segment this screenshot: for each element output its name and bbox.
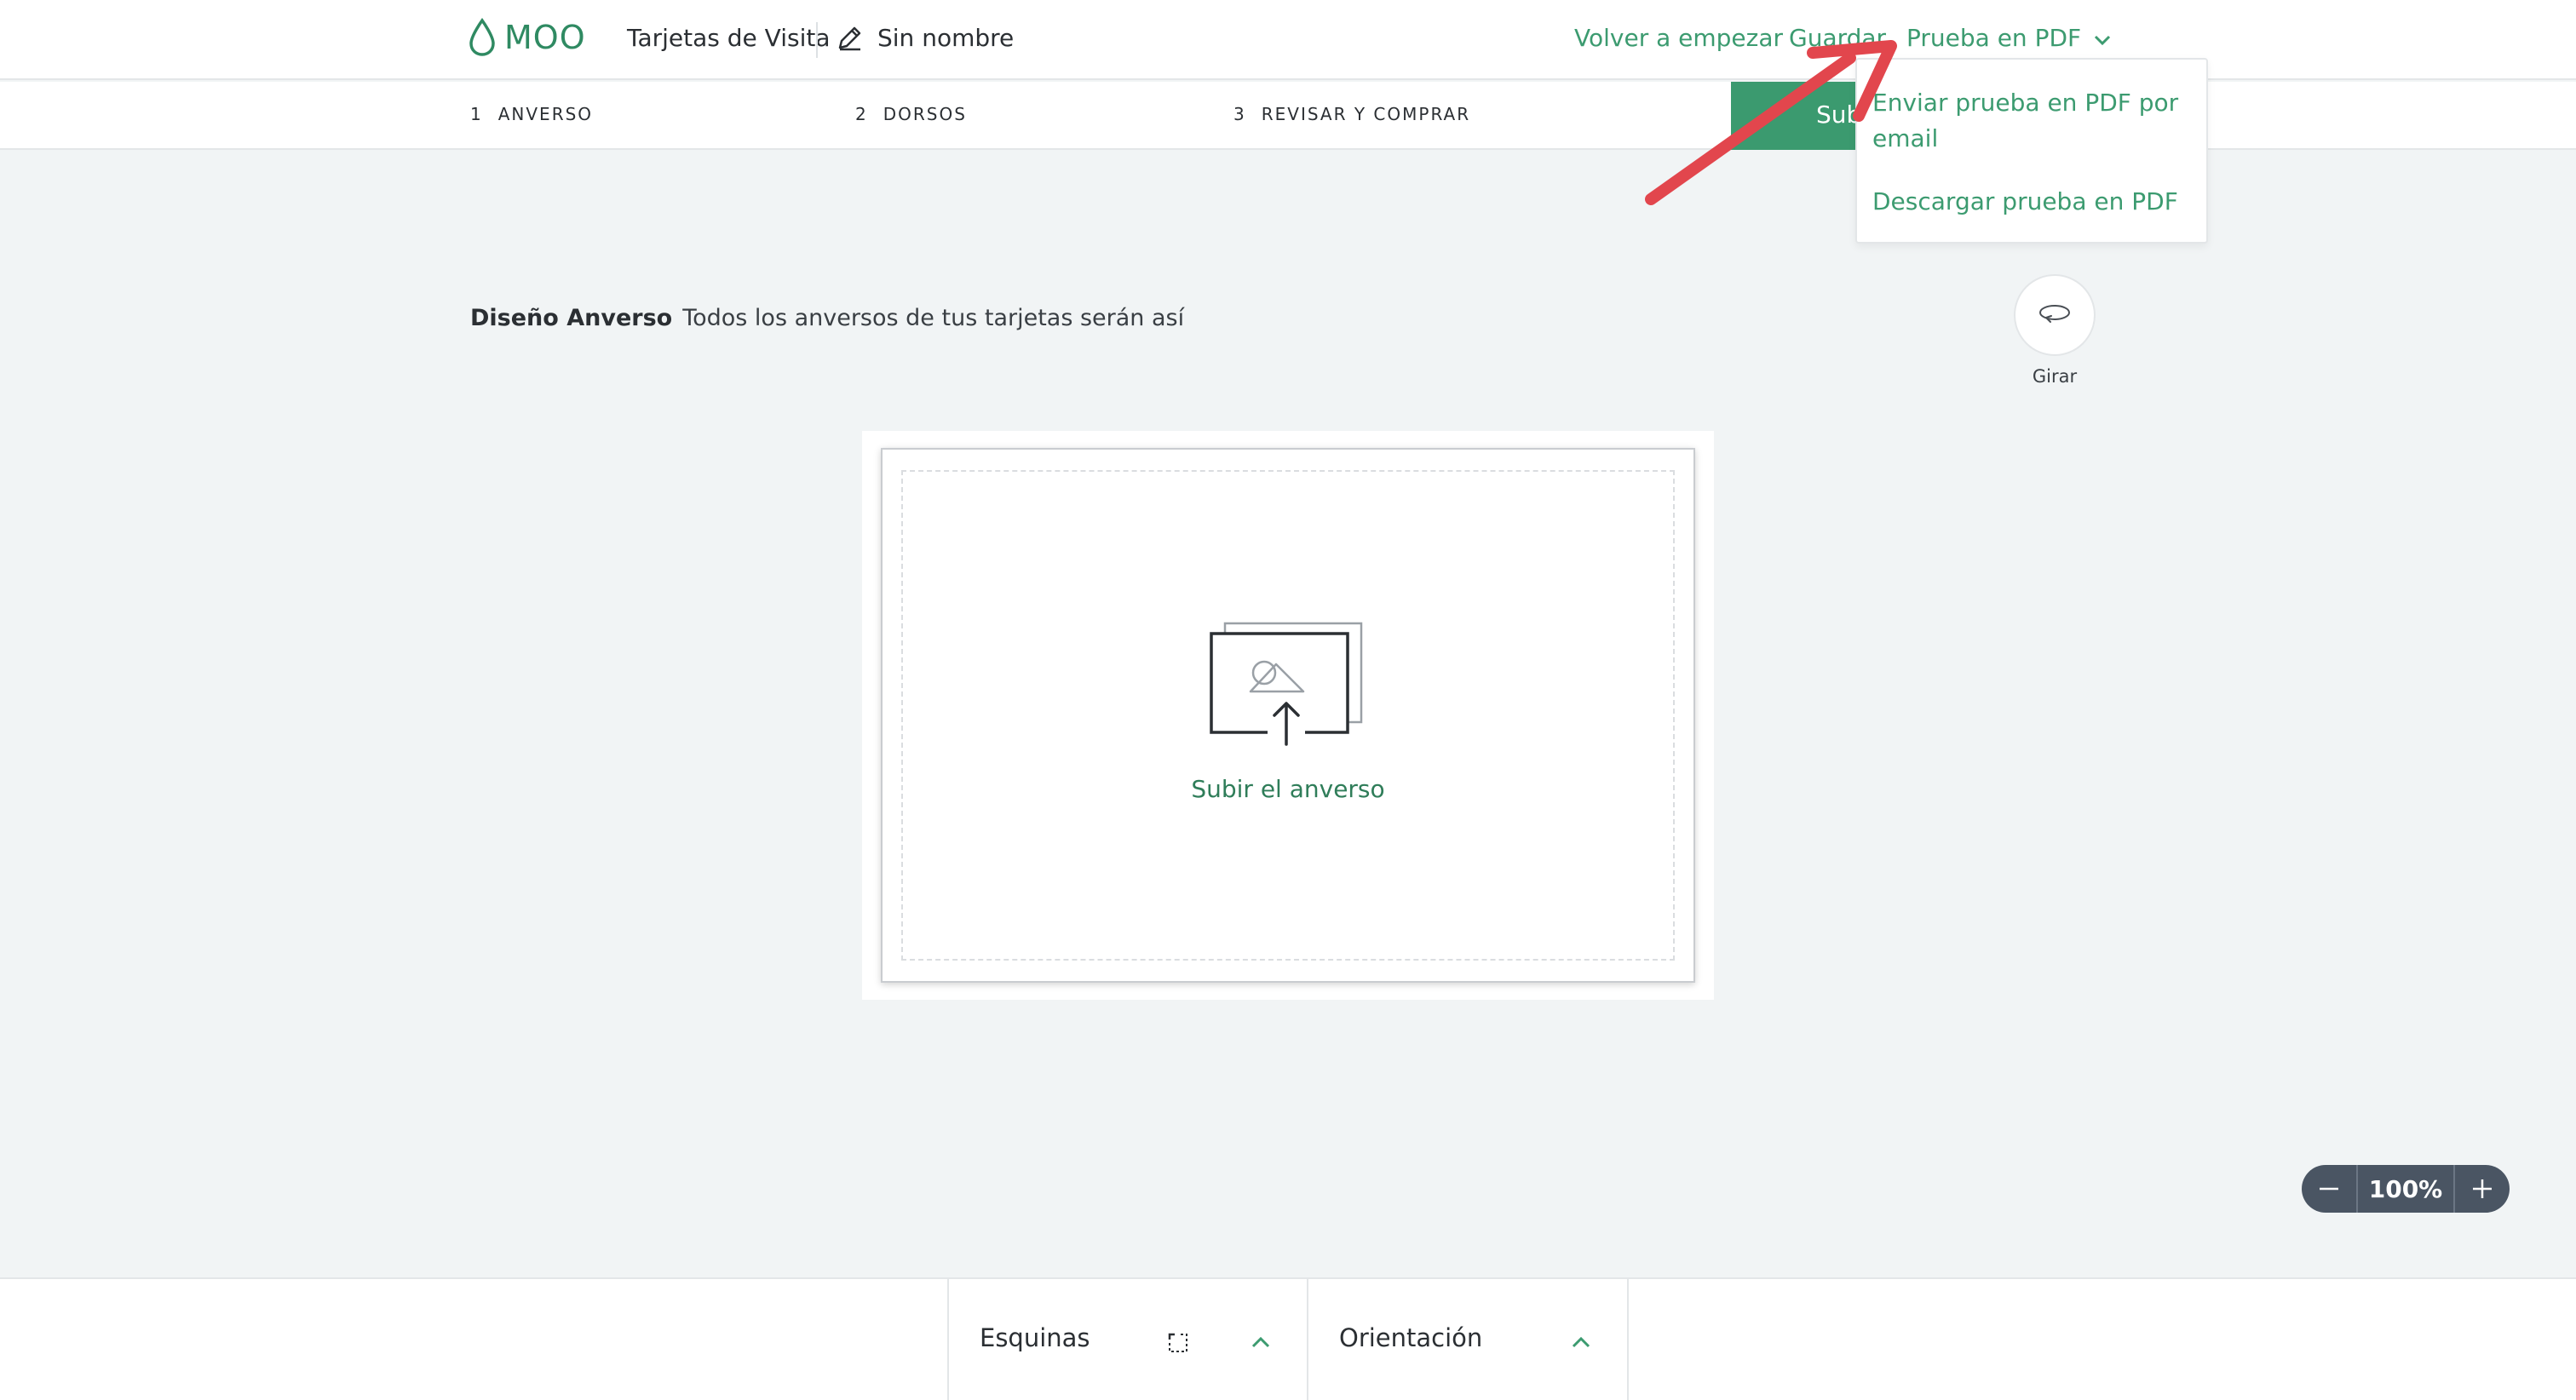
email-pdf-proof-item[interactable]: Enviar prueba en PDF por email xyxy=(1872,85,2188,157)
product-name: Tarjetas de Visita xyxy=(627,24,831,52)
chevron-down-icon xyxy=(2095,35,2111,45)
corners-panel-label[interactable]: Esquinas xyxy=(980,1323,1090,1352)
design-name[interactable]: Sin nombre xyxy=(877,24,1014,52)
step-label: ANVERSO xyxy=(497,104,594,124)
design-description: Todos los anversos de tus tarjetas serán… xyxy=(682,305,1185,331)
download-pdf-proof-item[interactable]: Descargar prueba en PDF xyxy=(1872,184,2178,220)
corners-icon xyxy=(1168,1333,1187,1352)
zoom-in-button[interactable] xyxy=(2455,1165,2510,1213)
zoom-level: 100% xyxy=(2368,1174,2443,1203)
rotate-icon xyxy=(2039,305,2070,323)
rotate-label: Girar xyxy=(2032,366,2078,387)
header-divider xyxy=(816,22,818,58)
zoom-control: 100% xyxy=(2302,1165,2510,1213)
design-title: Diseño Anverso xyxy=(470,305,673,331)
editor-page: MOO Tarjetas de Visita Sin nombre Volver… xyxy=(0,0,2576,1400)
pdf-proof-label: Prueba en PDF xyxy=(1906,24,2082,52)
save-link[interactable]: Guardar xyxy=(1789,24,1886,52)
step-front[interactable]: 1 ANVERSO xyxy=(470,104,593,124)
bottom-toolbar xyxy=(0,1277,2576,1400)
image-upload-icon[interactable] xyxy=(1208,620,1365,746)
step-backs[interactable]: 2 DORSOS xyxy=(855,104,967,124)
step-label: REVISAR Y COMPRAR xyxy=(1261,104,1471,124)
step-number: 1 xyxy=(470,104,483,124)
panel-divider xyxy=(1627,1277,1629,1400)
step-number: 2 xyxy=(855,104,868,124)
panel-divider xyxy=(1307,1277,1308,1400)
pencil-icon[interactable] xyxy=(835,24,864,53)
chevron-up-icon[interactable] xyxy=(1249,1332,1273,1352)
minus-icon xyxy=(2320,1187,2338,1191)
pdf-proof-menu[interactable]: Prueba en PDF xyxy=(1906,24,2113,52)
step-number: 3 xyxy=(1233,104,1246,124)
chevron-up-icon[interactable] xyxy=(1569,1332,1593,1352)
pdf-proof-dropdown: Enviar prueba en PDF por email Descargar… xyxy=(1855,58,2208,244)
plus-icon xyxy=(2473,1179,2492,1198)
upload-front-link[interactable]: Subir el anverso xyxy=(881,775,1695,803)
logo-text: MOO xyxy=(504,19,586,56)
zoom-out-button[interactable] xyxy=(2302,1165,2356,1213)
restart-link[interactable]: Volver a empezar xyxy=(1574,24,1783,52)
design-heading: Diseño Anverso Todos los anversos de tus … xyxy=(470,305,1184,331)
moo-logo[interactable]: MOO xyxy=(467,17,586,58)
step-label: DORSOS xyxy=(883,104,967,124)
rotate-button[interactable] xyxy=(2014,274,2096,356)
step-review[interactable]: 3 REVISAR Y COMPRAR xyxy=(1233,104,1470,124)
drop-icon xyxy=(469,18,495,56)
panel-divider xyxy=(947,1277,949,1400)
orientation-panel-label[interactable]: Orientación xyxy=(1339,1323,1482,1352)
